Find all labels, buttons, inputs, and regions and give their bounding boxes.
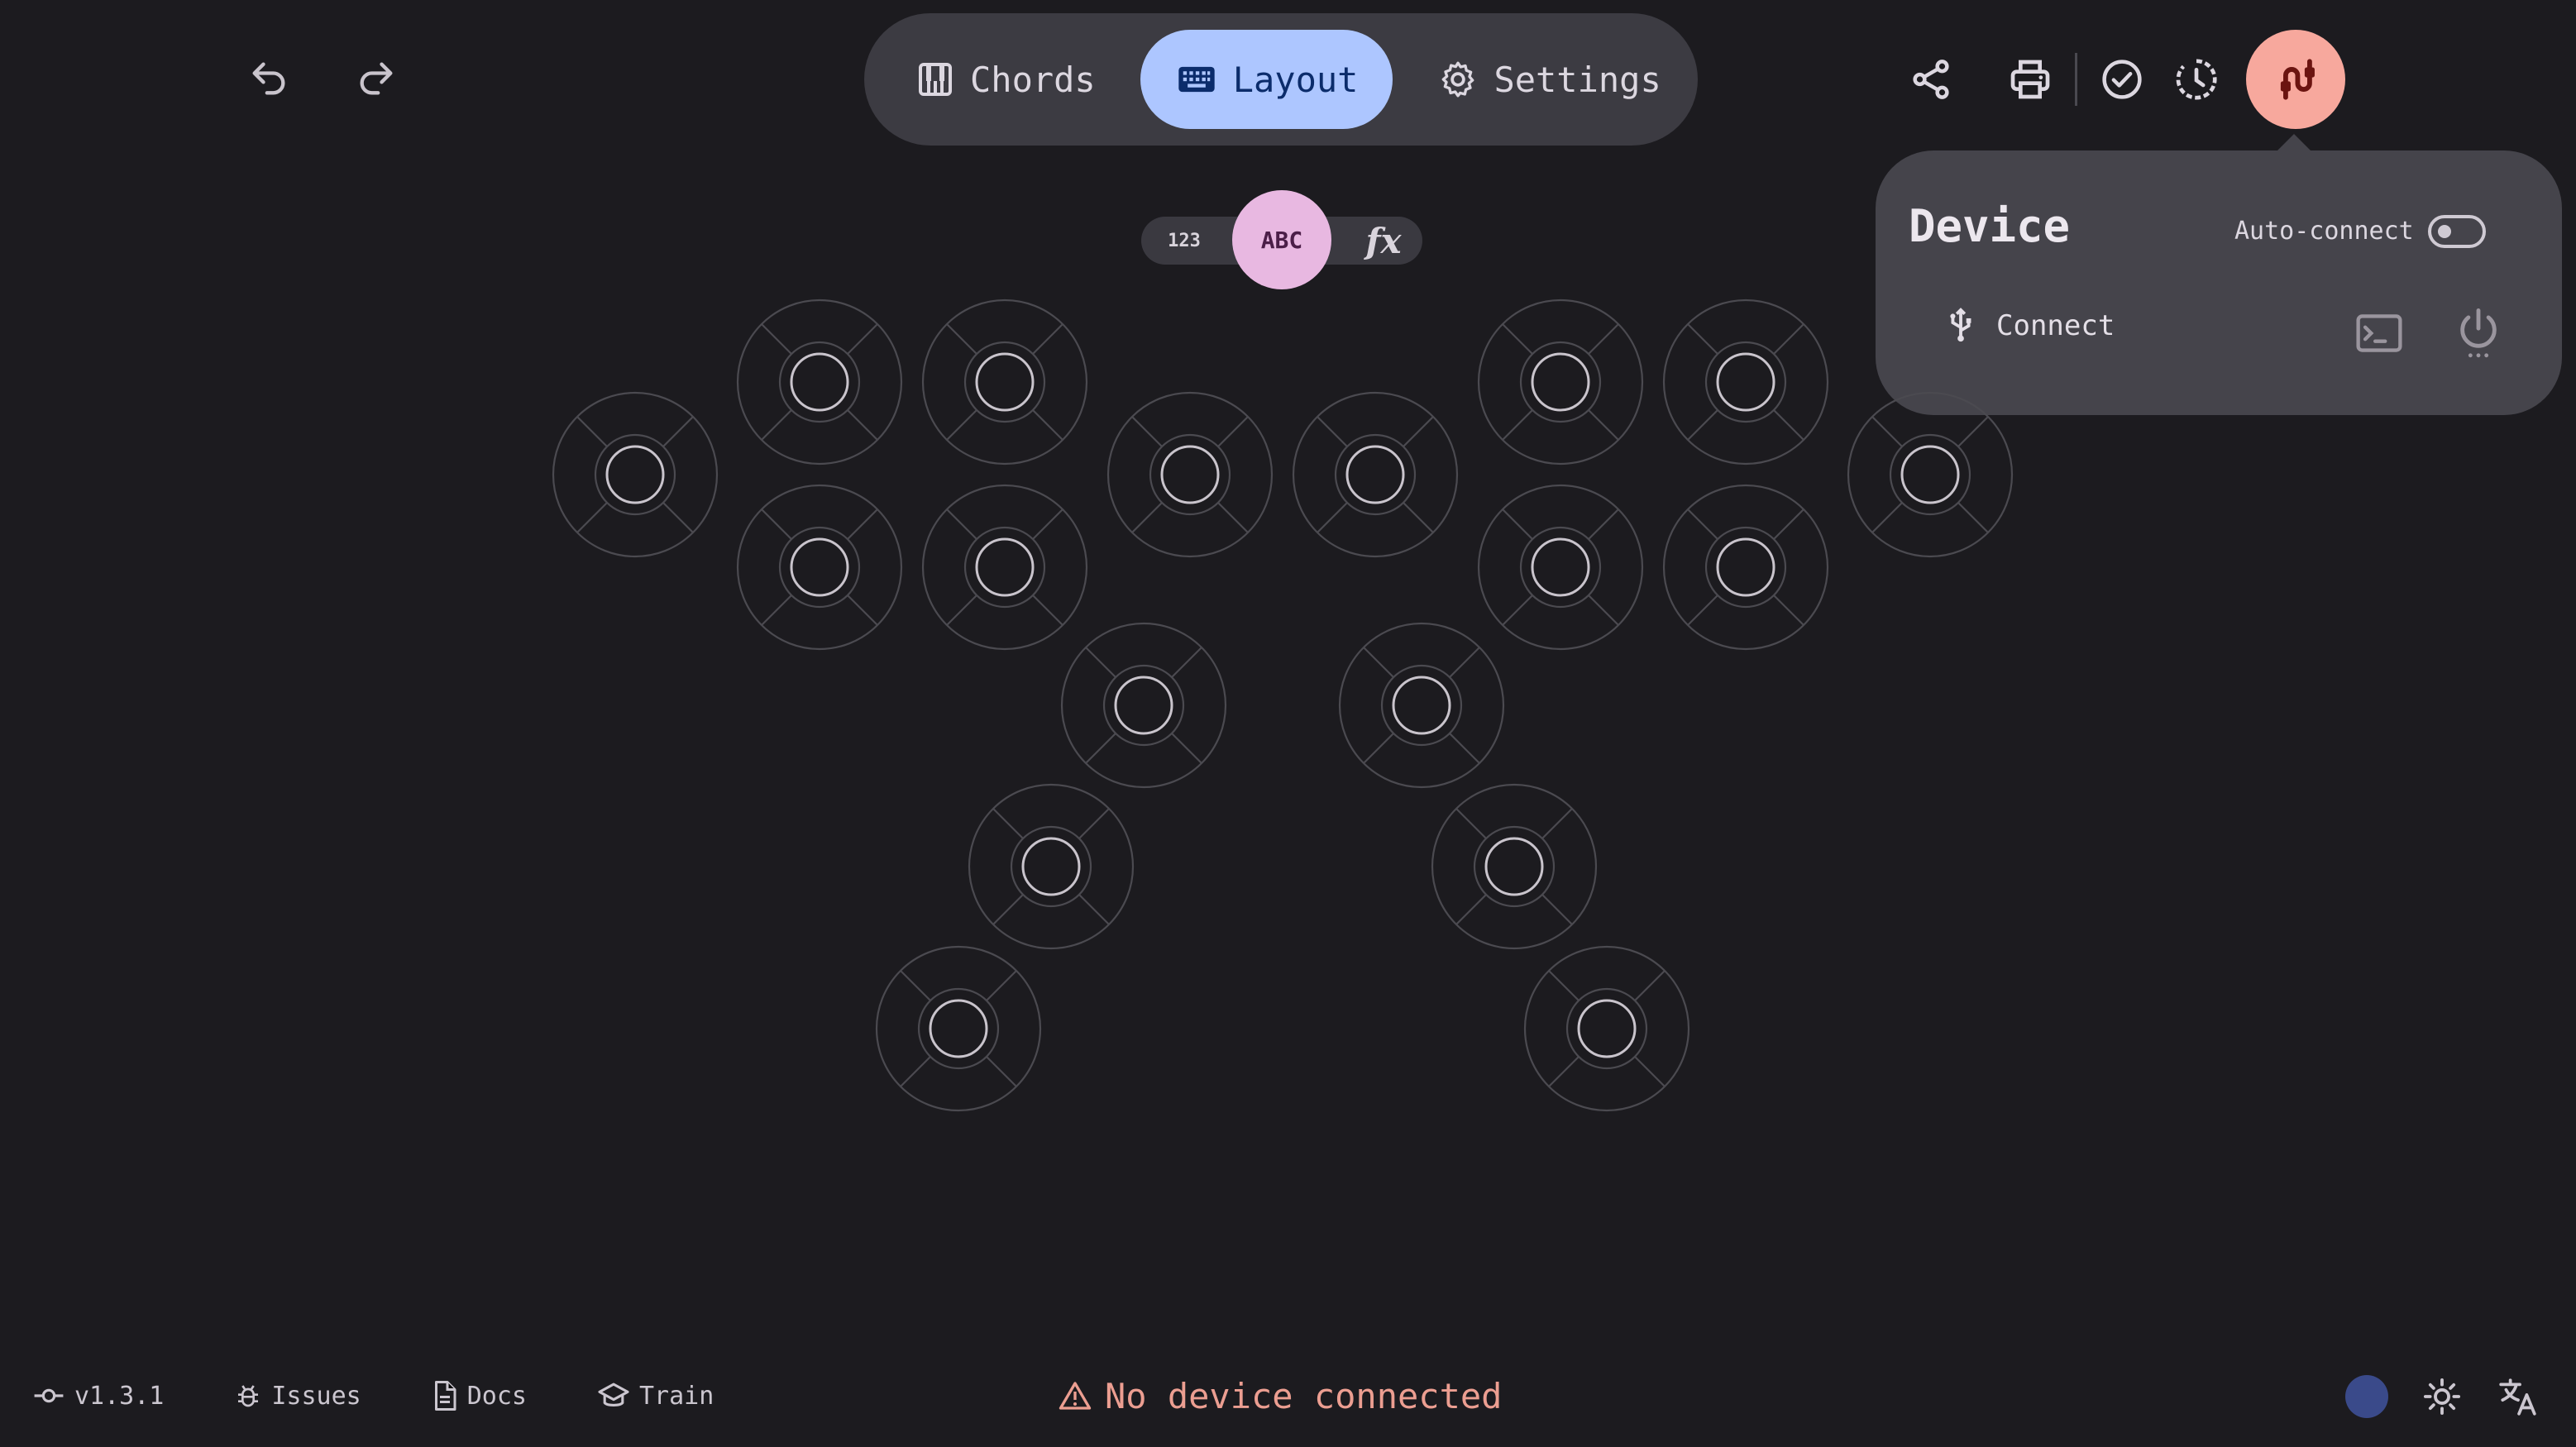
issues-link[interactable]: Issues [235, 1382, 361, 1411]
keyboard-icon [1178, 66, 1215, 93]
connect-button[interactable]: Connect [1942, 304, 2115, 347]
key-left-thumb-2[interactable] [966, 781, 1136, 952]
terminal-button[interactable] [2355, 313, 2403, 354]
key-right-3[interactable] [1661, 297, 1831, 467]
print-button[interactable] [1997, 46, 2063, 112]
popover-title: Device [1909, 200, 2071, 252]
docs-label: Docs [466, 1381, 527, 1411]
toolbar-divider [2075, 53, 2077, 106]
connect-label: Connect [1996, 309, 2115, 342]
popover-arrow [2276, 134, 2312, 152]
color-theme-button[interactable] [2345, 1375, 2388, 1418]
key-right-6[interactable] [1845, 389, 2015, 560]
usb-icon [1950, 308, 1971, 342]
top-toolbar [1898, 30, 2345, 129]
commit-icon [34, 1388, 64, 1403]
bug-icon [238, 1385, 259, 1407]
undo-icon [252, 62, 285, 95]
tab-layout-label: Layout [1232, 59, 1359, 100]
tab-settings[interactable]: Settings [1403, 30, 1695, 129]
gear-icon [1442, 61, 1474, 98]
key-right-1[interactable] [1290, 389, 1460, 560]
share-button[interactable] [1898, 46, 1964, 112]
warning-icon [1059, 1382, 1092, 1410]
layer-switcher: 123 ABC fx [1141, 189, 1422, 291]
history-icon [2176, 59, 2217, 100]
tab-chords-label: Chords [970, 59, 1096, 100]
piano-icon [919, 63, 952, 96]
power-icon [2460, 308, 2497, 358]
sun-icon [2423, 1378, 2461, 1416]
tab-settings-label: Settings [1494, 59, 1661, 100]
language-button[interactable] [2496, 1374, 2540, 1419]
graduation-cap-icon [598, 1383, 629, 1406]
layer-function-button[interactable]: fx [1358, 221, 1409, 261]
key-left-1[interactable] [550, 389, 720, 560]
theme-toggle-button[interactable] [2420, 1374, 2464, 1419]
version-link[interactable]: v1.3.1 [33, 1382, 164, 1411]
key-left-thumb-3[interactable] [873, 943, 1044, 1114]
auto-connect-toggle[interactable] [2428, 215, 2486, 248]
key-right-2[interactable] [1475, 297, 1646, 467]
app-root: Chords Layout Settings Device Auto-conne… [0, 0, 2576, 1447]
device-button[interactable] [2246, 30, 2345, 129]
history-button[interactable] [2163, 46, 2230, 112]
translate-icon [2499, 1378, 2536, 1416]
key-left-4[interactable] [734, 482, 905, 652]
check-circle-icon [2102, 60, 2142, 99]
key-left-3[interactable] [920, 297, 1090, 467]
main-navigation: Chords Layout Settings [864, 13, 1698, 146]
footer-links: v1.3.1 Issues Docs Train [33, 1373, 714, 1419]
train-link[interactable]: Train [598, 1382, 714, 1411]
layer-numeric-button[interactable]: 123 [1153, 222, 1216, 260]
key-right-thumb-2[interactable] [1429, 781, 1599, 952]
document-icon [434, 1381, 456, 1411]
docs-link[interactable]: Docs [433, 1381, 527, 1411]
toggle-knob [2438, 225, 2451, 238]
print-icon [2010, 60, 2050, 99]
terminal-icon [2356, 314, 2402, 352]
version-label: v1.3.1 [74, 1381, 165, 1411]
key-left-thumb-1[interactable] [1059, 620, 1229, 790]
key-left-6[interactable] [1105, 389, 1275, 560]
redo-icon [360, 62, 393, 95]
device-popover: Device Auto-connect Connect [1876, 150, 2562, 415]
check-button[interactable] [2089, 46, 2155, 112]
tab-layout[interactable]: Layout [1140, 30, 1393, 129]
status-text: No device connected [1105, 1375, 1503, 1416]
share-icon [1913, 60, 1949, 99]
key-right-5[interactable] [1661, 482, 1831, 652]
device-cable-icon [2280, 59, 2315, 100]
key-right-thumb-1[interactable] [1336, 620, 1507, 790]
auto-connect-label: Auto-connect [2234, 217, 2414, 246]
key-right-thumb-3[interactable] [1522, 943, 1692, 1114]
redo-button[interactable] [347, 50, 405, 107]
issues-label: Issues [271, 1381, 361, 1411]
footer-controls [2345, 1368, 2540, 1426]
history-controls [240, 50, 405, 107]
connection-status: No device connected [1059, 1373, 1502, 1419]
power-button[interactable] [2454, 306, 2502, 359]
layer-alpha-button[interactable]: ABC [1232, 190, 1331, 289]
tab-chords[interactable]: Chords [881, 30, 1130, 129]
key-left-2[interactable] [734, 297, 905, 467]
undo-button[interactable] [240, 50, 298, 107]
train-label: Train [639, 1381, 714, 1411]
